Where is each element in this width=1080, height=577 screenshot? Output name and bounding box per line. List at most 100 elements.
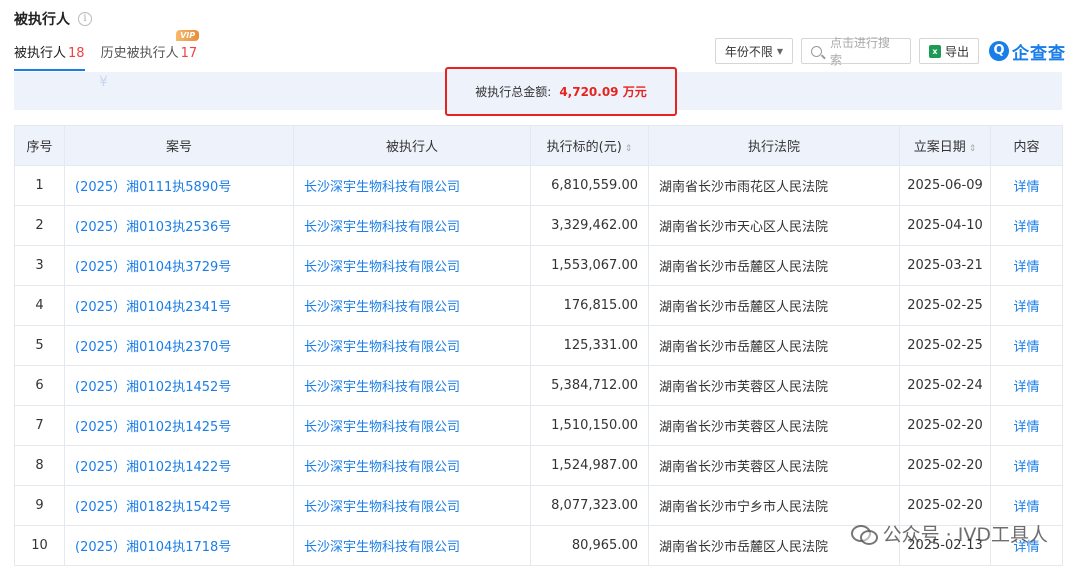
year-filter-label: 年份不限 xyxy=(724,44,773,59)
cell-amount: 5,384,712.00 xyxy=(530,365,649,406)
cell-index: 3 xyxy=(14,245,65,286)
year-filter-dropdown[interactable]: 年份不限 ▼ xyxy=(714,38,793,64)
col-header-date[interactable]: 立案日期 ⇕ xyxy=(899,125,991,166)
cell-detail-link[interactable]: 详情 xyxy=(990,285,1063,326)
cell-date: 2025-02-25 xyxy=(899,285,991,326)
col-header-amount[interactable]: 执行标的(元) ⇕ xyxy=(530,125,649,166)
total-amount-box: 被执行总金额: 4,720.09 万元 xyxy=(445,67,677,116)
tab-current-debtor[interactable]: 被执行人 18 xyxy=(14,42,85,71)
cell-detail-link[interactable]: 详情 xyxy=(990,485,1063,526)
cell-amount: 1,510,150.00 xyxy=(530,405,649,446)
table-row: 10 (2025）湘0104执1718号 长沙深宇生物科技有限公司 80,965.00… xyxy=(14,525,1063,566)
cell-index: 8 xyxy=(14,445,65,486)
cell-case-no[interactable]: (2025）湘0104执2370号 xyxy=(64,325,294,366)
sort-icon: ⇕ xyxy=(624,144,633,154)
col-header-court: 执行法院 xyxy=(648,125,900,166)
export-button[interactable]: x 导出 xyxy=(918,38,979,64)
info-icon[interactable]: i xyxy=(78,12,92,26)
cell-debtor[interactable]: 长沙深宇生物科技有限公司 xyxy=(293,205,531,246)
cell-court: 湖南省长沙市岳麓区人民法院 xyxy=(648,525,900,566)
cell-case-no[interactable]: (2025）湘0182执1542号 xyxy=(64,485,294,526)
tab-label: 被执行人 xyxy=(14,46,67,61)
cell-amount: 1,553,067.00 xyxy=(530,245,649,286)
yen-decoration-icon: ¥ xyxy=(99,74,108,90)
table-header-row: 序号 案号 被执行人 执行标的(元) ⇕ 执行法院 立案日期 ⇕ 内容 xyxy=(14,125,1063,166)
cell-detail-link[interactable]: 详情 xyxy=(990,245,1063,286)
search-input[interactable]: 点击进行搜索 xyxy=(800,36,911,67)
cell-index: 6 xyxy=(14,365,65,406)
cell-case-no[interactable]: (2025）湘0111执5890号 xyxy=(64,165,294,206)
cell-debtor[interactable]: 长沙深宇生物科技有限公司 xyxy=(293,405,531,446)
cell-court: 湖南省长沙市芙蓉区人民法院 xyxy=(648,405,900,446)
cell-detail-link[interactable]: 详情 xyxy=(990,165,1063,206)
col-header-index: 序号 xyxy=(14,125,65,166)
col-header-content: 内容 xyxy=(990,125,1063,166)
cell-date: 2025-02-20 xyxy=(899,405,991,446)
total-amount-value: 4,720.09 万元 xyxy=(559,85,647,99)
export-label: 导出 xyxy=(944,44,969,59)
section-header: 被执行人 i xyxy=(14,9,92,29)
cell-court: 湖南省长沙市芙蓉区人民法院 xyxy=(648,365,900,406)
cell-debtor[interactable]: 长沙深宇生物科技有限公司 xyxy=(293,365,531,406)
cell-case-no[interactable]: (2025）湘0104执2341号 xyxy=(64,285,294,326)
cell-detail-link[interactable]: 详情 xyxy=(990,405,1063,446)
cell-debtor[interactable]: 长沙深宇生物科技有限公司 xyxy=(293,445,531,486)
table-row: 5 (2025）湘0104执2370号 长沙深宇生物科技有限公司 125,331.00… xyxy=(14,325,1063,366)
cell-index: 5 xyxy=(14,325,65,366)
cell-date: 2025-02-20 xyxy=(899,485,991,526)
cell-detail-link[interactable]: 详情 xyxy=(990,365,1063,406)
tab-count: 18 xyxy=(68,46,85,61)
logo-text: 企查查 xyxy=(1012,43,1066,64)
cell-debtor[interactable]: 长沙深宇生物科技有限公司 xyxy=(293,325,531,366)
tab-bar: 被执行人 18 历史被执行人 17 VIP xyxy=(14,30,200,71)
section-title: 被执行人 xyxy=(14,12,70,28)
cell-court: 湖南省长沙市芙蓉区人民法院 xyxy=(648,445,900,486)
table-row: 1 (2025）湘0111执5890号 长沙深宇生物科技有限公司 6,810,559.… xyxy=(14,165,1063,206)
cell-debtor[interactable]: 长沙深宇生物科技有限公司 xyxy=(293,245,531,286)
cell-court: 湖南省长沙市宁乡市人民法院 xyxy=(648,485,900,526)
cell-detail-link[interactable]: 详情 xyxy=(990,325,1063,366)
total-amount-label: 被执行总金额: xyxy=(475,85,552,99)
search-placeholder: 点击进行搜索 xyxy=(829,36,890,67)
cell-index: 2 xyxy=(14,205,65,246)
tab-count: 17 xyxy=(180,46,198,61)
cell-case-no[interactable]: (2025）湘0104执1718号 xyxy=(64,525,294,566)
vip-badge: VIP xyxy=(176,30,200,41)
cell-court: 湖南省长沙市岳麓区人民法院 xyxy=(648,245,900,286)
cell-court: 湖南省长沙市岳麓区人民法院 xyxy=(648,325,900,366)
cell-index: 7 xyxy=(14,405,65,446)
cell-court: 湖南省长沙市岳麓区人民法院 xyxy=(648,285,900,326)
tab-history-debtor[interactable]: 历史被执行人 17 VIP xyxy=(100,30,200,71)
cell-detail-link[interactable]: 详情 xyxy=(990,205,1063,246)
cell-case-no[interactable]: (2025）湘0102执1425号 xyxy=(64,405,294,446)
col-header-debtor: 被执行人 xyxy=(293,125,531,166)
cell-debtor[interactable]: 长沙深宇生物科技有限公司 xyxy=(293,525,531,566)
cell-case-no[interactable]: (2025）湘0102执1422号 xyxy=(64,445,294,486)
cell-detail-link[interactable]: 详情 xyxy=(990,445,1063,486)
cell-debtor[interactable]: 长沙深宇生物科技有限公司 xyxy=(293,485,531,526)
cell-case-no[interactable]: (2025）湘0102执1452号 xyxy=(64,365,294,406)
excel-icon: x xyxy=(928,44,941,58)
tab-label: 历史被执行人 xyxy=(100,46,179,61)
caret-down-icon: ▼ xyxy=(776,46,783,56)
col-header-case-no: 案号 xyxy=(64,125,294,166)
cell-case-no[interactable]: (2025）湘0104执3729号 xyxy=(64,245,294,286)
cell-amount: 1,524,987.00 xyxy=(530,445,649,486)
cell-index: 9 xyxy=(14,485,65,526)
cell-case-no[interactable]: (2025）湘0103执2536号 xyxy=(64,205,294,246)
cell-amount: 3,329,462.00 xyxy=(530,205,649,246)
cell-court: 湖南省长沙市天心区人民法院 xyxy=(648,205,900,246)
cell-date: 2025-06-09 xyxy=(899,165,991,206)
cell-date: 2025-02-24 xyxy=(899,365,991,406)
cell-date: 2025-04-10 xyxy=(899,205,991,246)
cell-index: 10 xyxy=(14,525,65,566)
cell-debtor[interactable]: 长沙深宇生物科技有限公司 xyxy=(293,165,531,206)
cell-detail-link[interactable]: 详情 xyxy=(990,525,1063,566)
cell-index: 4 xyxy=(14,285,65,326)
toolbar: 年份不限 ▼ 点击进行搜索 x 导出 Q 企查查 xyxy=(714,36,1066,67)
cell-debtor[interactable]: 长沙深宇生物科技有限公司 xyxy=(293,285,531,326)
cell-date: 2025-03-21 xyxy=(899,245,991,286)
cell-court: 湖南省长沙市雨花区人民法院 xyxy=(648,165,900,206)
cell-date: 2025-02-13 xyxy=(899,525,991,566)
table-row: 7 (2025）湘0102执1425号 长沙深宇生物科技有限公司 1,510,150.… xyxy=(14,405,1063,446)
